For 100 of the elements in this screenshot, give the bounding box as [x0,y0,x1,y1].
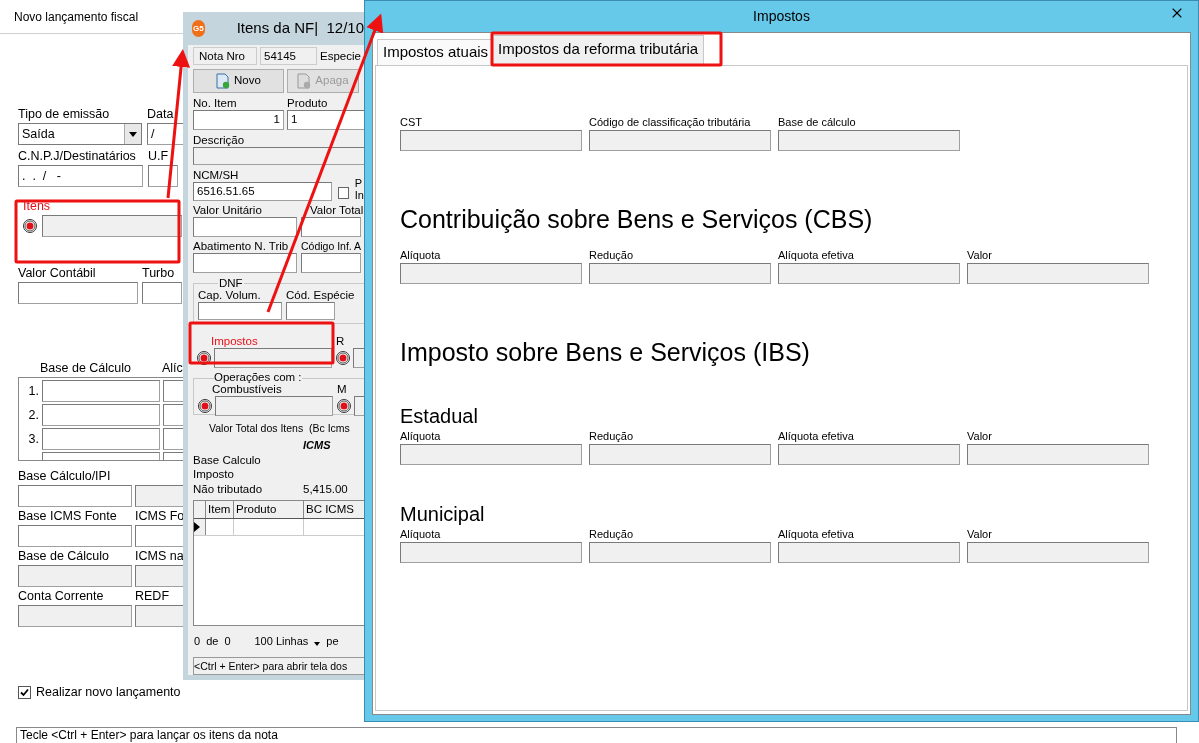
field-label: Itens [23,199,52,213]
field-label: No. Item [193,96,238,110]
input-field[interactable] [42,428,160,450]
row-number: 1. [27,382,39,400]
field-label: Cap. Volum. [198,288,262,302]
field-label: REDF [135,589,171,603]
field-label: Conta Corrente [18,589,105,603]
input-field[interactable] [42,404,160,426]
total-label: Não tributado [193,481,264,497]
input-field[interactable] [400,542,582,563]
window-title: Novo lançamento fiscal [14,8,139,26]
input-field[interactable] [778,542,960,563]
field-label: Especie [320,49,361,64]
field-label: Alíquota efetiva [778,249,855,262]
field-label: NCM/SH [193,168,240,182]
input-field[interactable]: 1 [193,110,284,130]
input-field[interactable]: 6516.51.65 [193,182,332,201]
target-icon[interactable] [337,398,351,413]
field-label: Valor [967,430,993,443]
pager-text: 0 [194,634,201,650]
section-heading: Contribuição sobre Bens e Serviços (CBS) [400,204,874,234]
field-label: Redução [589,249,635,262]
input-field[interactable]: 1 [287,110,367,130]
field-label: Cód. Espécie [286,288,355,302]
field-label: ICMS Fo [135,509,183,523]
input-field[interactable] [286,302,335,320]
status-bar: Tecle <Ctrl + Enter> para lançar os itens da nota [16,727,1177,743]
input-field[interactable] [215,395,333,416]
column-header: Produto [234,501,304,519]
field-label: Alíquota [400,528,442,541]
pager-text: pe [326,634,339,650]
input-field[interactable] [967,542,1149,563]
field-label: Base ICMS Fonte [18,509,118,523]
field-label: Abatimento N. Trib [193,239,290,253]
field-label: ICMS na [135,549,183,563]
dropdown-icon[interactable] [314,641,321,646]
input-field[interactable] [967,444,1149,465]
pager-text: de [206,634,219,650]
emission-type-select[interactable]: Saída [18,123,142,145]
input-field[interactable] [778,263,960,284]
items-field[interactable] [42,215,182,237]
checkbox[interactable] [338,187,349,199]
input-field[interactable] [42,380,160,402]
window-title: Impostos [753,7,810,26]
input-field[interactable] [142,282,182,304]
input-field[interactable] [589,542,771,563]
input-field[interactable] [301,217,361,237]
field-label: Valor [967,528,993,541]
input-field[interactable] [18,525,132,547]
group-title: DNF [218,276,244,290]
field-label: Valor Total [309,203,364,217]
checkbox[interactable] [18,685,31,699]
input-field[interactable] [400,444,582,465]
input-field[interactable] [193,253,297,273]
input-field[interactable]: . . / - [18,165,143,187]
input-field[interactable] [400,263,582,284]
field-label: Produto [287,96,329,110]
input-field[interactable] [589,444,771,465]
caption: Valor Total dos Itens (Bc Icms [208,420,351,435]
input-field[interactable] [135,525,183,547]
input-field[interactable] [778,444,960,465]
column-header: Base de Cálculo [40,361,133,375]
input-field[interactable] [589,263,771,284]
input-field[interactable] [18,485,132,507]
taxes-field[interactable] [214,347,332,368]
input-field[interactable] [193,217,297,237]
input-field[interactable]: / [147,123,183,145]
row-number: 2. [27,406,39,424]
tab[interactable]: Impostos da reforma tributária [492,35,705,65]
field-label: Valor [967,249,993,262]
dropdown-icon[interactable] [124,124,141,144]
target-icon[interactable] [198,398,212,413]
caption: ICMS [302,437,332,452]
field-label: Base de Cálculo [18,549,111,563]
column-header: Item [206,501,234,519]
rows-select[interactable]: 100 Linhas [254,633,309,650]
field-label: Código Inf. A [301,239,362,253]
field-label: Alíquota [400,430,442,443]
input-field[interactable] [400,130,582,151]
target-icon[interactable] [336,350,350,365]
input-field[interactable] [967,263,1149,284]
field-label: Base Cálculo/IPI [18,469,112,483]
target-icon[interactable] [23,219,37,233]
checkbox-label: P [354,177,364,189]
input-field[interactable] [589,130,771,151]
field-label: Impostos [210,333,259,348]
field-label: Valor Unitário [193,203,263,217]
column-header: Alíc [162,361,183,375]
section-subheading: Estadual [400,404,479,428]
new-button[interactable]: Novo [193,69,284,93]
total-label: Base Calculo [193,452,262,468]
input-field[interactable] [18,282,138,304]
input-field[interactable] [148,165,178,187]
input-field[interactable] [198,302,282,320]
document-icon [216,73,231,89]
checkbox-label: In [354,189,364,201]
field-label: Redução [589,528,635,541]
input-field[interactable] [301,253,361,273]
input-field[interactable] [778,130,960,151]
checkbox-label: Realizar novo lançamento [36,684,181,701]
